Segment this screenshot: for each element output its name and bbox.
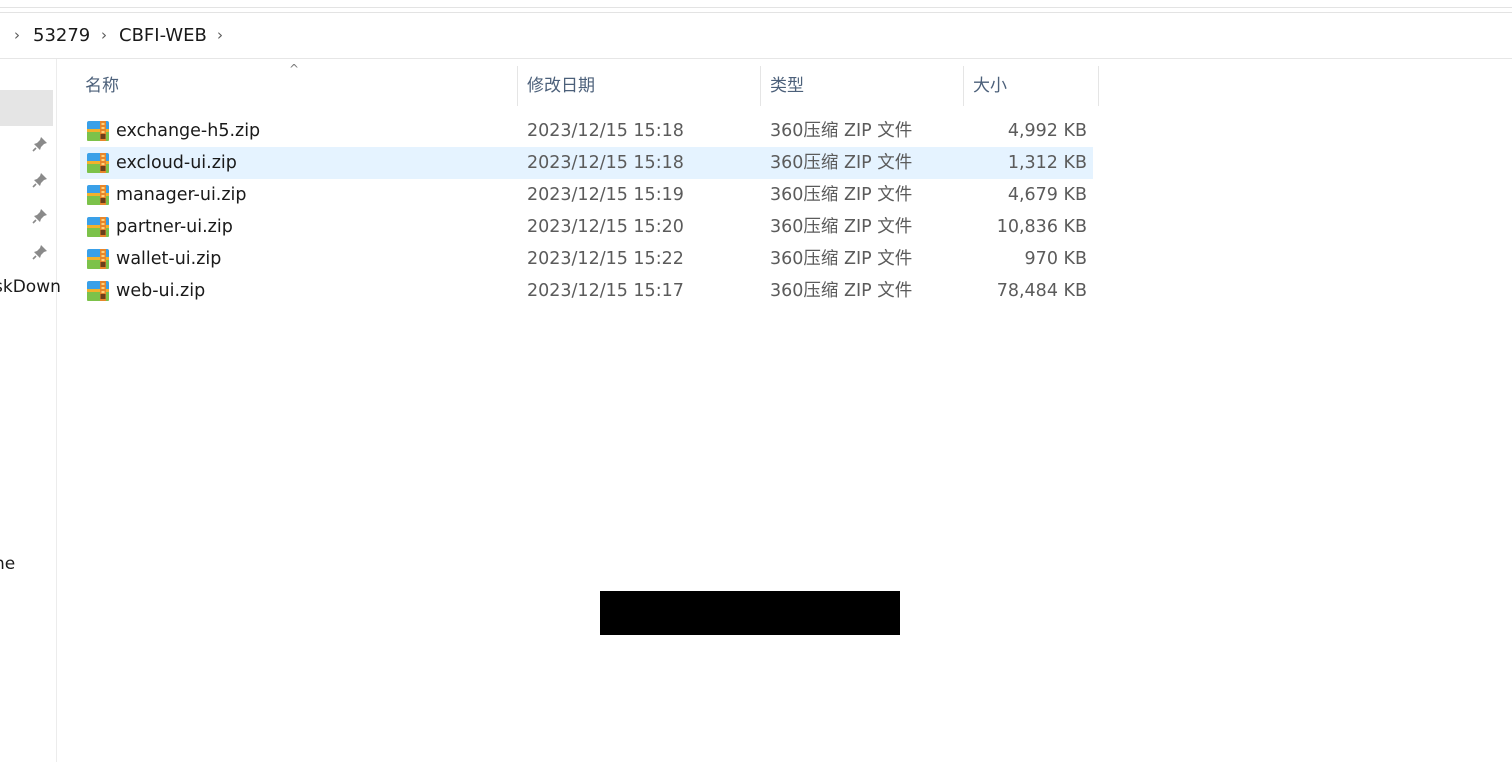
file-modified: 2023/12/15 15:17 xyxy=(527,281,684,301)
column-divider[interactable] xyxy=(963,66,964,106)
column-divider[interactable] xyxy=(1098,66,1099,106)
pin-icon[interactable] xyxy=(31,207,49,225)
chevron-right-icon[interactable]: › xyxy=(213,13,227,58)
chevron-right-icon[interactable]: › xyxy=(97,13,111,58)
file-modified: 2023/12/15 15:18 xyxy=(527,121,684,141)
column-header-modified[interactable]: 修改日期 xyxy=(527,66,595,106)
pin-icon[interactable] xyxy=(31,171,49,189)
file-size: 4,992 KB xyxy=(1007,121,1087,141)
file-type: 360压缩 ZIP 文件 xyxy=(770,185,913,205)
redaction-box xyxy=(600,591,900,635)
file-type: 360压缩 ZIP 文件 xyxy=(770,281,913,301)
file-type: 360压缩 ZIP 文件 xyxy=(770,217,913,237)
divider xyxy=(0,7,1512,8)
table-row[interactable]: web-ui.zip 2023/12/15 15:17 360压缩 ZIP 文件… xyxy=(80,275,1093,307)
file-size: 4,679 KB xyxy=(1007,185,1087,205)
address-bar[interactable]: › 53279 › CBFI-WEB › xyxy=(0,13,1512,59)
file-type: 360压缩 ZIP 文件 xyxy=(770,153,913,173)
chevron-right-icon[interactable]: › xyxy=(10,13,24,58)
table-row[interactable]: partner-ui.zip 2023/12/15 15:20 360压缩 ZI… xyxy=(80,211,1093,243)
file-name: exchange-h5.zip xyxy=(116,121,261,141)
sidebar-item-selected[interactable] xyxy=(0,90,53,126)
file-size: 970 KB xyxy=(1024,249,1087,269)
navigation-pane: skDown ne xyxy=(0,59,61,762)
file-name: excloud-ui.zip xyxy=(116,153,237,173)
column-divider[interactable] xyxy=(760,66,761,106)
zip-archive-icon xyxy=(87,281,109,301)
zip-archive-icon xyxy=(87,249,109,269)
table-row[interactable]: excloud-ui.zip 2023/12/15 15:18 360压缩 ZI… xyxy=(80,147,1093,179)
window-top-strip xyxy=(0,0,1512,13)
file-type: 360压缩 ZIP 文件 xyxy=(770,249,913,269)
zip-archive-icon xyxy=(87,185,109,205)
table-row[interactable]: exchange-h5.zip 2023/12/15 15:18 360压缩 Z… xyxy=(80,115,1093,147)
file-name: manager-ui.zip xyxy=(116,185,247,205)
zip-archive-icon xyxy=(87,153,109,173)
sort-ascending-icon: ^ xyxy=(289,62,300,76)
file-size: 10,836 KB xyxy=(996,217,1087,237)
file-modified: 2023/12/15 15:20 xyxy=(527,217,684,237)
column-header-name[interactable]: 名称 xyxy=(85,66,119,106)
column-divider[interactable] xyxy=(517,66,518,106)
file-name: partner-ui.zip xyxy=(116,217,233,237)
file-name: wallet-ui.zip xyxy=(116,249,222,269)
file-modified: 2023/12/15 15:18 xyxy=(527,153,684,173)
zip-archive-icon xyxy=(87,217,109,237)
pin-icon[interactable] xyxy=(31,243,49,261)
file-modified: 2023/12/15 15:19 xyxy=(527,185,684,205)
column-header-size[interactable]: 大小 xyxy=(973,66,1007,106)
file-size: 78,484 KB xyxy=(996,281,1087,301)
file-modified: 2023/12/15 15:22 xyxy=(527,249,684,269)
file-type: 360压缩 ZIP 文件 xyxy=(770,121,913,141)
sidebar-item-label[interactable]: skDown xyxy=(0,277,61,297)
pin-icon[interactable] xyxy=(31,135,49,153)
breadcrumb-item[interactable]: CBFI-WEB xyxy=(119,13,207,58)
table-row[interactable]: wallet-ui.zip 2023/12/15 15:22 360压缩 ZIP… xyxy=(80,243,1093,275)
column-header-type[interactable]: 类型 xyxy=(770,66,804,106)
sidebar-item-label[interactable]: ne xyxy=(0,554,15,574)
table-row[interactable]: manager-ui.zip 2023/12/15 15:19 360压缩 ZI… xyxy=(80,179,1093,211)
file-name: web-ui.zip xyxy=(116,281,206,301)
breadcrumb-item[interactable]: 53279 xyxy=(33,13,90,58)
file-size: 1,312 KB xyxy=(1007,153,1087,173)
zip-archive-icon xyxy=(87,121,109,141)
